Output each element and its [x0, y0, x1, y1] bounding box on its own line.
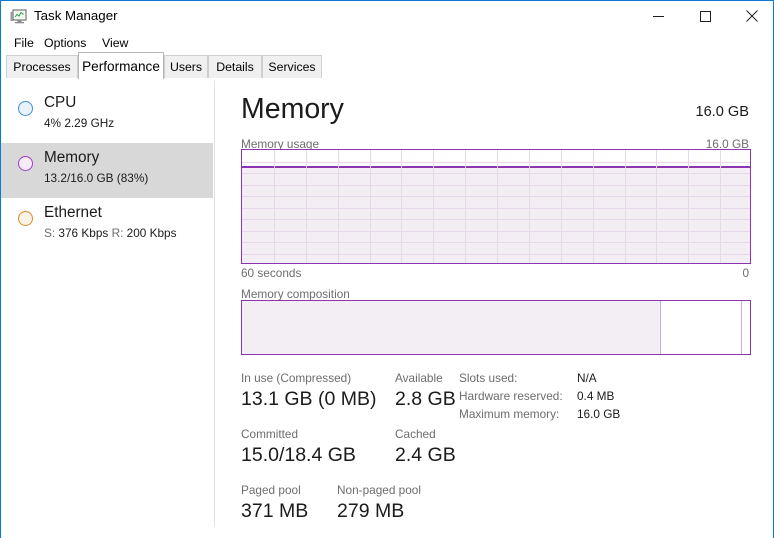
- stat-label-slots-used: Slots used:: [459, 371, 518, 385]
- stat-value-in-use-compressed: 13.1 GB (0 MB): [241, 388, 377, 410]
- graph-gridline-horizontal: [242, 162, 750, 163]
- graph-gridline-vertical: [401, 150, 402, 263]
- memory-panel: Memory 16.0 GB Memory usage 16.0 GB 60 s…: [215, 79, 773, 538]
- tab-users[interactable]: Users: [164, 55, 208, 78]
- stat-value-committed: 15.0/18.4 GB: [241, 444, 356, 466]
- tab-performance[interactable]: Performance: [78, 52, 164, 79]
- stat-value-available: 2.8 GB: [395, 388, 456, 410]
- graph-gridline-vertical: [529, 150, 530, 263]
- composition-in-use-segment: [242, 301, 660, 354]
- sidebar-item-ethernet[interactable]: Ethernet S: 376 Kbps R: 200 Kbps: [1, 198, 213, 253]
- stat-label-non-paged-pool: Non-paged pool: [337, 483, 421, 497]
- graph-gridline-horizontal: [242, 219, 750, 220]
- memory-usage-fill: [242, 165, 750, 263]
- sidebar-item-cpu[interactable]: CPU 4% 2.29 GHz: [1, 88, 213, 143]
- window-title: Task Manager: [34, 8, 118, 23]
- stat-value-maximum-memory: 16.0 GB: [577, 407, 621, 421]
- close-button[interactable]: [729, 1, 774, 31]
- composition-divider: [741, 301, 742, 354]
- sidebar-item-memory-title: Memory: [44, 149, 100, 166]
- memory-composition-bar[interactable]: [241, 300, 751, 355]
- stat-value-paged-pool: 371 MB: [241, 500, 309, 522]
- memory-usage-graph[interactable]: [241, 149, 751, 264]
- task-manager-window: Task Manager File Options View Processes…: [0, 0, 774, 538]
- graph-gridline-horizontal: [242, 242, 750, 243]
- graph-time-label: 60 seconds: [241, 266, 302, 280]
- tab-processes[interactable]: Processes: [6, 55, 78, 78]
- tab-details[interactable]: Details: [208, 55, 262, 78]
- graph-gridline-horizontal: [242, 173, 750, 174]
- graph-gridline-horizontal: [242, 185, 750, 186]
- tab-services[interactable]: Services: [262, 55, 322, 78]
- minimize-button[interactable]: [635, 1, 681, 31]
- stat-value-non-paged-pool: 279 MB: [337, 500, 405, 522]
- task-manager-icon: [10, 9, 27, 25]
- memory-composition-label: Memory composition: [241, 287, 350, 301]
- minimize-icon: [652, 15, 664, 17]
- maximize-icon: [699, 10, 711, 22]
- composition-divider: [660, 301, 661, 354]
- graph-gridline-vertical: [433, 150, 434, 263]
- graph-gridline-vertical: [306, 150, 307, 263]
- cpu-indicator-icon: [18, 101, 33, 116]
- graph-gridline-horizontal: [242, 254, 750, 255]
- memory-indicator-icon: [18, 156, 33, 171]
- title-bar: Task Manager: [1, 1, 773, 32]
- menu-item-options[interactable]: Options: [39, 34, 91, 52]
- graph-gridline-horizontal: [242, 208, 750, 209]
- sidebar-item-ethernet-subtitle: S: 376 Kbps R: 200 Kbps: [44, 226, 177, 240]
- graph-gridline-vertical: [720, 150, 721, 263]
- maximize-button[interactable]: [682, 1, 728, 31]
- graph-gridline-vertical: [561, 150, 562, 263]
- stat-value-hardware-reserved: 0.4 MB: [577, 389, 615, 403]
- menu-item-file[interactable]: File: [9, 34, 39, 52]
- graph-gridline-vertical: [593, 150, 594, 263]
- memory-total: 16.0 GB: [695, 104, 749, 120]
- sidebar-item-cpu-subtitle: 4% 2.29 GHz: [44, 116, 115, 130]
- ethernet-indicator-icon: [18, 211, 33, 226]
- close-icon: [746, 10, 758, 22]
- stat-label-in-use-compressed: In use (Compressed): [241, 371, 352, 385]
- menu-item-view[interactable]: View: [97, 34, 133, 52]
- stat-value-slots-used: N/A: [577, 371, 597, 385]
- graph-gridline-vertical: [625, 150, 626, 263]
- graph-gridline-vertical: [497, 150, 498, 263]
- graph-gridline-vertical: [688, 150, 689, 263]
- stat-label-cached: Cached: [395, 427, 436, 441]
- sidebar-item-ethernet-title: Ethernet: [44, 204, 102, 221]
- sidebar-item-cpu-title: CPU: [44, 94, 77, 111]
- graph-zero-label: 0: [742, 266, 749, 280]
- stat-label-paged-pool: Paged pool: [241, 483, 301, 497]
- menu-bar: File Options View: [1, 32, 773, 54]
- graph-gridline-horizontal: [242, 196, 750, 197]
- stat-label-available: Available: [395, 371, 443, 385]
- graph-gridline-vertical: [656, 150, 657, 263]
- graph-gridline-vertical: [370, 150, 371, 263]
- graph-gridline-horizontal: [242, 231, 750, 232]
- content-area: CPU 4% 2.29 GHz Memory 13.2/16.0 GB (83%…: [1, 79, 773, 538]
- stat-label-hardware-reserved: Hardware reserved:: [459, 389, 563, 403]
- graph-gridline-vertical: [465, 150, 466, 263]
- sidebar-item-memory-subtitle: 13.2/16.0 GB (83%): [44, 171, 149, 185]
- resource-sidebar: CPU 4% 2.29 GHz Memory 13.2/16.0 GB (83%…: [1, 79, 213, 538]
- stat-label-committed: Committed: [241, 427, 299, 441]
- stat-value-cached: 2.4 GB: [395, 444, 456, 466]
- graph-gridline-vertical: [274, 150, 275, 263]
- stat-label-maximum-memory: Maximum memory:: [459, 407, 560, 421]
- page-title: Memory: [241, 93, 344, 125]
- tab-strip: Processes Performance Users Details Services: [1, 52, 773, 79]
- graph-gridline-vertical: [338, 150, 339, 263]
- sidebar-item-memory[interactable]: Memory 13.2/16.0 GB (83%): [1, 143, 213, 198]
